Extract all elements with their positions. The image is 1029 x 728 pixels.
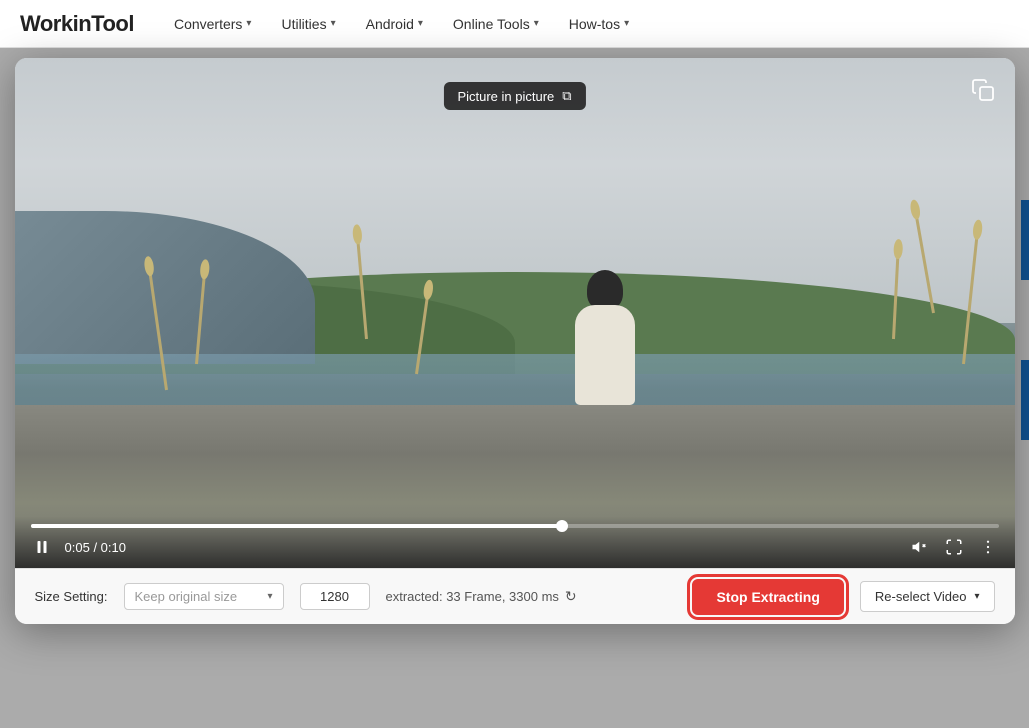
chevron-down-icon: ▾ — [624, 18, 629, 29]
modal-overlay: Picture in picture ⧉ — [0, 48, 1029, 728]
pip-label: Picture in picture — [457, 89, 554, 104]
refresh-icon[interactable]: ↻ — [565, 588, 577, 605]
video-modal: Picture in picture ⧉ — [15, 58, 1015, 624]
size-dropdown-value: Keep original size — [135, 589, 238, 604]
time-current: 0:05 — [65, 540, 90, 555]
pause-button[interactable] — [31, 536, 53, 558]
chevron-down-icon: ▾ — [418, 18, 423, 29]
controls-row: 0:05 / 0:10 — [31, 536, 999, 558]
header: WorkinTool Converters ▾ Utilities ▾ Andr… — [0, 0, 1029, 48]
chevron-down-icon: ▾ — [331, 18, 336, 29]
main-nav: Converters ▾ Utilities ▾ Android ▾ Onlin… — [174, 16, 669, 32]
person-head — [587, 270, 623, 310]
time-display: 0:05 / 0:10 — [65, 540, 126, 555]
nav-item-how-tos[interactable]: How-tos ▾ — [569, 16, 629, 32]
nav-item-utilities[interactable]: Utilities ▾ — [281, 16, 335, 32]
nav-item-online-tools[interactable]: Online Tools ▾ — [453, 16, 539, 32]
more-options-button[interactable] — [977, 536, 999, 558]
reselect-video-button[interactable]: Re-select Video ▾ — [860, 581, 995, 612]
logo: WorkinTool — [20, 11, 134, 37]
scene-person — [565, 265, 645, 405]
person-body — [575, 305, 635, 405]
chevron-down-icon: ▾ — [267, 591, 272, 602]
time-total: 0:10 — [101, 540, 126, 555]
progress-bar[interactable] — [31, 524, 999, 528]
extracted-info-text: extracted: 33 Frame, 3300 ms — [386, 589, 559, 604]
width-input[interactable] — [300, 583, 370, 610]
nav-item-converters[interactable]: Converters ▾ — [174, 16, 252, 32]
copy-icon[interactable] — [971, 78, 995, 108]
size-setting-label: Size Setting: — [35, 589, 108, 604]
chevron-down-icon: ▾ — [974, 591, 979, 602]
video-player[interactable]: Picture in picture ⧉ — [15, 58, 1015, 568]
stop-extracting-button[interactable]: Stop Extracting — [692, 579, 843, 615]
fullscreen-button[interactable] — [943, 536, 965, 558]
time-separator: / — [93, 540, 100, 555]
video-scene — [15, 58, 1015, 568]
chevron-down-icon: ▾ — [534, 18, 539, 29]
size-dropdown[interactable]: Keep original size ▾ — [124, 583, 284, 610]
extracted-info: extracted: 33 Frame, 3300 ms ↻ — [386, 588, 577, 605]
volume-button[interactable] — [909, 536, 931, 558]
nav-list: Converters ▾ Utilities ▾ Android ▾ Onlin… — [174, 16, 629, 32]
pip-icon: ⧉ — [562, 88, 571, 104]
progress-fill — [31, 524, 563, 528]
nav-item-android[interactable]: Android ▾ — [366, 16, 423, 32]
bottom-bar: Size Setting: Keep original size ▾ extra… — [15, 568, 1015, 624]
video-controls: 0:05 / 0:10 — [15, 516, 1015, 568]
reselect-label: Re-select Video — [875, 589, 967, 604]
pip-tooltip: Picture in picture ⧉ — [443, 82, 585, 110]
chevron-down-icon: ▾ — [246, 18, 251, 29]
